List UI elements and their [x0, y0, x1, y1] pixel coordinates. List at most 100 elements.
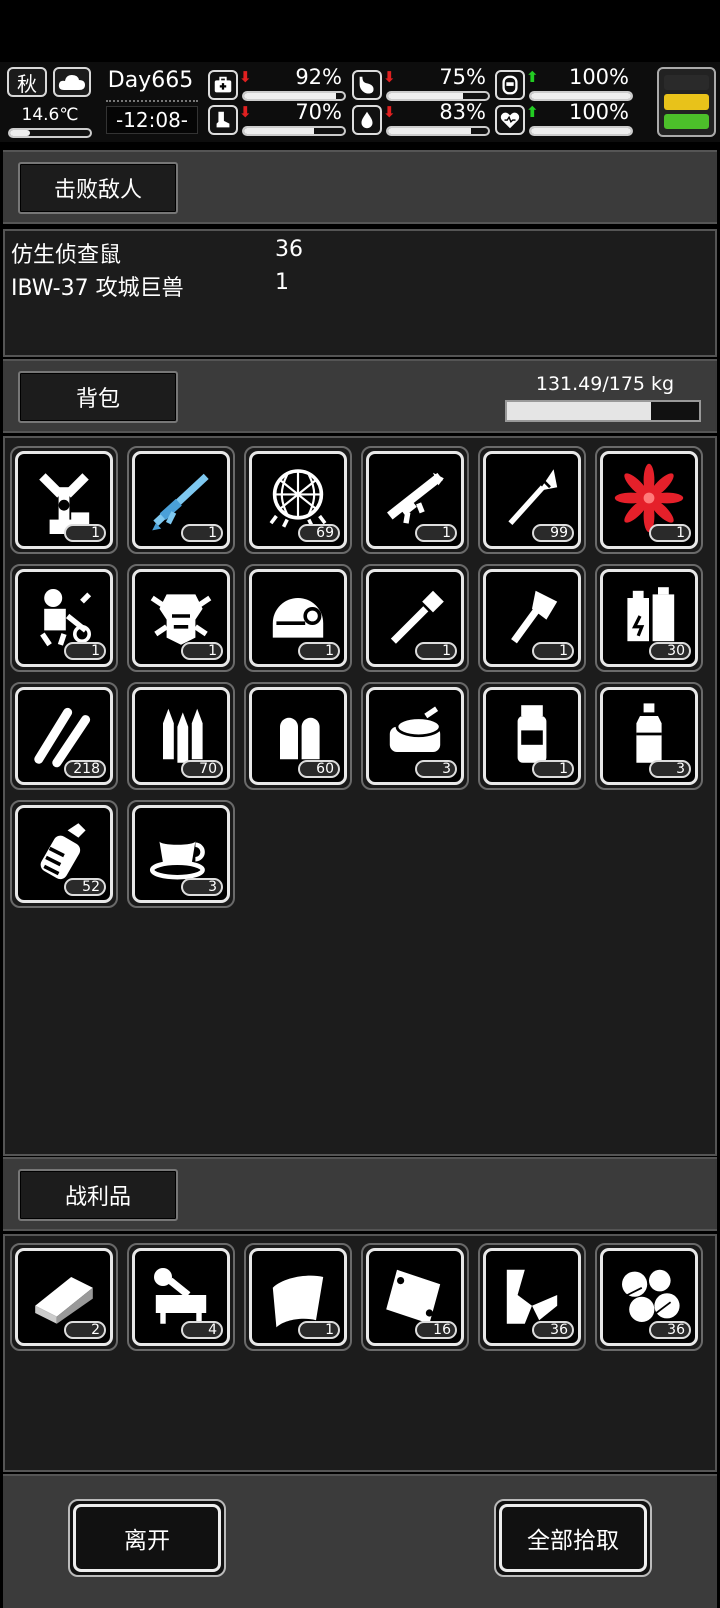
backpack-slot[interactable]: 3	[127, 800, 235, 908]
stomach-icon	[352, 70, 382, 100]
backpack-slot[interactable]: 1	[244, 564, 352, 672]
stat-percent: 100%	[568, 65, 629, 89]
item-quantity: 1	[415, 524, 457, 542]
clock: -12:08-	[106, 106, 198, 134]
stat-mood: ⬆ 100%	[495, 65, 635, 101]
trend-arrow: ⬇	[239, 103, 252, 121]
backpack-slot[interactable]: 69	[244, 446, 352, 554]
backpack-slot[interactable]: 1	[478, 564, 586, 672]
item-quantity: 1	[181, 524, 223, 542]
heart-icon	[495, 105, 525, 135]
status-bar: 秋 14.6℃ Day665 -12:08- ⬇ 92% ⬇ 75% ⬆ 100% ⬇ 70%…	[0, 62, 720, 142]
stat-bar	[386, 126, 490, 136]
stat-heart: ⬆ 100%	[495, 100, 635, 136]
item-quantity: 3	[649, 760, 691, 778]
battery-cell	[664, 113, 709, 129]
item-quantity: 1	[298, 642, 340, 660]
take-all-label: 全部拾取	[527, 1528, 619, 1554]
enemy-row: IBW-37 攻城巨兽 1	[11, 270, 289, 302]
backpack-slot[interactable]: 52	[10, 800, 118, 908]
item-quantity: 2	[64, 1321, 106, 1339]
season-label: 秋	[17, 71, 37, 96]
item-quantity: 1	[532, 642, 574, 660]
loot-slot[interactable]: 4	[127, 1243, 235, 1351]
stat-bar	[529, 126, 633, 136]
boot-icon	[208, 105, 238, 135]
water-drop-icon	[352, 105, 382, 135]
item-quantity: 36	[649, 1321, 691, 1339]
leave-label: 离开	[124, 1528, 170, 1554]
backpack-tab: 背包	[18, 371, 178, 423]
backpack-slot[interactable]: 1	[10, 564, 118, 672]
backpack-slot[interactable]: 70	[127, 682, 235, 790]
enemy-name: IBW-37 攻城巨兽	[11, 276, 184, 301]
item-quantity: 1	[532, 760, 574, 778]
stat-hunger: ⬇ 75%	[352, 65, 492, 101]
medkit-icon	[208, 70, 238, 100]
backpack-slot[interactable]: 99	[478, 446, 586, 554]
stat-stamina: ⬇ 70%	[208, 100, 348, 136]
loot-slot[interactable]: 16	[361, 1243, 469, 1351]
weight-bar	[505, 400, 701, 422]
stat-percent: 75%	[439, 65, 486, 89]
item-quantity: 1	[415, 642, 457, 660]
loot-slot[interactable]: 1	[244, 1243, 352, 1351]
item-quantity: 3	[415, 760, 457, 778]
item-quantity: 3	[181, 878, 223, 896]
battery-cell	[664, 75, 709, 91]
backpack-slot[interactable]: 3	[595, 682, 703, 790]
item-quantity: 1	[64, 524, 106, 542]
backpack-slot[interactable]: 218	[10, 682, 118, 790]
backpack-slot[interactable]: 30	[595, 564, 703, 672]
face-icon	[495, 70, 525, 100]
backpack-slot[interactable]: 1	[127, 446, 235, 554]
defeated-list: 仿生侦查鼠 36 IBW-37 攻城巨兽 1	[3, 229, 717, 357]
battery-indicator	[657, 67, 716, 137]
stat-percent: 100%	[568, 100, 629, 124]
battery-cell	[664, 94, 709, 110]
item-quantity: 218	[64, 760, 106, 778]
item-quantity: 1	[298, 1321, 340, 1339]
loot-title: 战利品	[64, 1185, 131, 1210]
trend-arrow: ⬇	[239, 68, 252, 86]
trend-arrow: ⬆	[526, 68, 539, 86]
stat-percent: 83%	[439, 100, 486, 124]
trend-arrow: ⬆	[526, 103, 539, 121]
enemy-row: 仿生侦查鼠 36	[11, 237, 303, 269]
day-counter: Day665	[107, 68, 194, 93]
item-quantity: 60	[298, 760, 340, 778]
leave-button[interactable]: 离开	[68, 1499, 226, 1577]
backpack-slot[interactable]: 3	[361, 682, 469, 790]
backpack-slot[interactable]: 1	[361, 446, 469, 554]
backpack-slot[interactable]: 1	[361, 564, 469, 672]
item-quantity: 1	[649, 524, 691, 542]
stat-percent: 70%	[295, 100, 342, 124]
item-quantity: 4	[181, 1321, 223, 1339]
item-quantity: 99	[532, 524, 574, 542]
trend-arrow: ⬇	[383, 103, 396, 121]
backpack-slot[interactable]: 1	[478, 682, 586, 790]
defeated-title: 击败敌人	[53, 178, 142, 203]
item-quantity: 1	[181, 642, 223, 660]
weight-text: 131.49/175 kg	[535, 373, 675, 395]
take-all-button[interactable]: 全部拾取	[494, 1499, 652, 1577]
temperature-value: 14.6℃	[21, 105, 79, 125]
defeated-header: 击败敌人	[3, 150, 717, 224]
stat-health: ⬇ 92%	[208, 65, 348, 101]
backpack-slot[interactable]: 1	[595, 446, 703, 554]
item-quantity: 1	[64, 642, 106, 660]
loot-header: 战利品	[3, 1157, 717, 1231]
backpack-slot[interactable]: 1	[10, 446, 118, 554]
stat-thirst: ⬇ 83%	[352, 100, 492, 136]
loot-slot[interactable]: 36	[595, 1243, 703, 1351]
enemy-name: 仿生侦查鼠	[11, 243, 122, 268]
stat-bar	[242, 126, 346, 136]
backpack-slot[interactable]: 60	[244, 682, 352, 790]
loot-slot[interactable]: 2	[10, 1243, 118, 1351]
loot-slot[interactable]: 36	[478, 1243, 586, 1351]
backpack-slot[interactable]: 1	[127, 564, 235, 672]
item-quantity: 36	[532, 1321, 574, 1339]
backpack-title: 背包	[75, 387, 120, 412]
backpack-grid: 1 1 69 1 99 1 1 1 1 1 1 30 218 70 60 3 1 3 52 3	[10, 446, 703, 908]
item-quantity: 70	[181, 760, 223, 778]
